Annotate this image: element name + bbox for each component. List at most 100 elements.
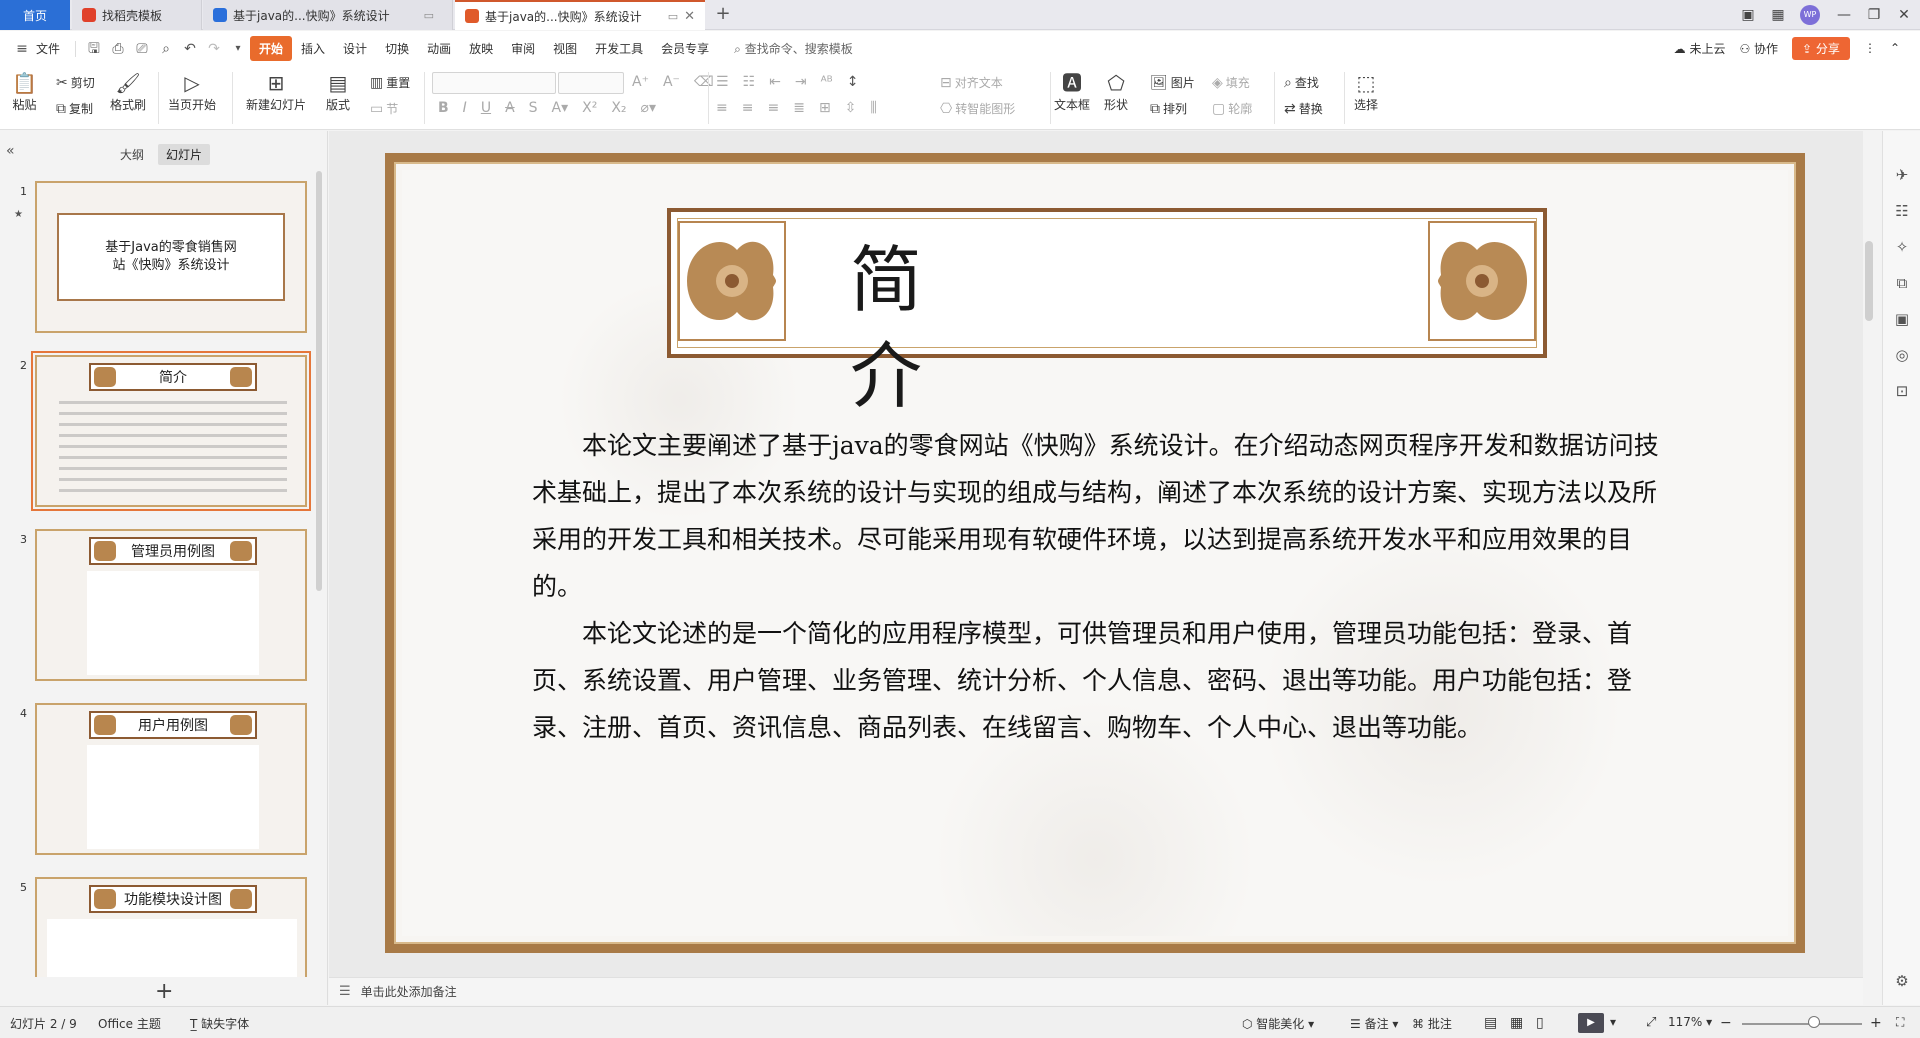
tab-doc-ppt[interactable]: 基于java的...快购》系统设计 ▭ ✕ <box>455 0 705 30</box>
chevron-down-icon[interactable]: ▾ <box>1610 1015 1616 1029</box>
smart-beautify-button[interactable]: ⬡ 智能美化 ▾ <box>1242 1015 1314 1032</box>
layout-button[interactable]: ▤ 版式 <box>326 70 350 113</box>
notes-toggle-button[interactable]: ☰ 备注 ▾ <box>1350 1015 1398 1032</box>
justify-icon[interactable]: ≣ <box>793 100 805 116</box>
fill-button[interactable]: ◈ 填充 <box>1212 74 1250 91</box>
line-spacing-icon[interactable]: ↕ <box>847 74 859 90</box>
slide-thumbnail-3[interactable]: 管理员用例图 <box>35 529 307 681</box>
add-slide-button[interactable]: + <box>155 979 173 1004</box>
layout-icon[interactable]: ▣ <box>1734 4 1762 26</box>
menu-animation[interactable]: 动画 <box>418 40 460 57</box>
highlight-icon[interactable]: ⌀▾ <box>641 100 656 116</box>
comments-button[interactable]: ⌘ 批注 <box>1412 1015 1452 1032</box>
fullscreen-icon[interactable]: ⛶ <box>1896 1015 1904 1030</box>
print-preview-icon[interactable]: ⌕ <box>157 40 175 58</box>
cut-button[interactable]: ✂ 剪切 <box>56 74 95 91</box>
image-icon[interactable]: ▣ <box>1892 309 1912 329</box>
menu-home[interactable]: 开始 <box>250 36 293 61</box>
increase-indent-icon[interactable]: ⇥ <box>795 74 807 90</box>
outline-button[interactable]: ▢ 轮廓 <box>1212 100 1252 117</box>
copy-icon[interactable]: ⧉ <box>1892 273 1912 293</box>
tab-doc-word[interactable]: 基于java的...快购》系统设计 ▭ <box>203 0 453 30</box>
menu-insert[interactable]: 插入 <box>292 40 334 57</box>
slide-thumbnail-5[interactable]: 功能模块设计图 <box>35 877 307 977</box>
slide-thumbnail-1[interactable]: 基于Java的零食销售网站《快购》系统设计 <box>35 181 307 333</box>
font-size-field[interactable] <box>558 72 624 94</box>
menu-transition[interactable]: 切换 <box>376 40 418 57</box>
pin-icon[interactable]: ▭ <box>668 10 678 23</box>
menu-review[interactable]: 审阅 <box>502 40 544 57</box>
numbered-list-icon[interactable]: ☷ <box>743 74 756 90</box>
textbox-button[interactable]: 🅰 文本框 <box>1054 70 1090 113</box>
align-center-icon[interactable]: ≡ <box>742 100 754 116</box>
find-button[interactable]: ⌕ 查找 <box>1284 74 1319 91</box>
align-text-button[interactable]: ⊟ 对齐文本 <box>940 74 1003 91</box>
slide-thumbnail-4[interactable]: 用户用例图 <box>35 703 307 855</box>
format-painter-button[interactable]: 🖌 格式刷 <box>110 70 146 113</box>
font-color-icon[interactable]: A▾ <box>552 100 569 116</box>
pin-icon[interactable]: ▭ <box>424 9 434 22</box>
menu-slideshow[interactable]: 放映 <box>460 40 502 57</box>
current-slide[interactable]: 简介 本论文主要阐述了基于java的零食网站《快购》系统设计。在介绍动态网页程序… <box>385 153 1805 953</box>
settings-sliders-icon[interactable]: ☷ <box>1892 201 1912 221</box>
paragraph-spacing-icon[interactable]: ⇳ <box>845 100 857 116</box>
clear-format-icon[interactable]: ⌫ <box>694 74 714 90</box>
tab-slides[interactable]: 幻灯片 <box>158 144 211 165</box>
subscript-icon[interactable]: X₂ <box>611 100 626 116</box>
collapse-panel-icon[interactable]: « <box>6 143 15 159</box>
minimize-icon[interactable]: — <box>1830 4 1858 26</box>
tab-template[interactable]: 找稻壳模板 <box>72 0 202 30</box>
theme-name[interactable]: Office 主题 <box>98 1015 161 1032</box>
reading-view-icon[interactable]: ▯ <box>1536 1015 1544 1031</box>
save-icon[interactable]: 🖫 <box>85 40 103 58</box>
shadow-icon[interactable]: S <box>529 100 538 116</box>
smart-shape-button[interactable]: ⎔ 转智能图形 <box>940 100 1015 117</box>
font-family-field[interactable] <box>432 72 556 94</box>
collab-button[interactable]: ⚇ 协作 <box>1739 40 1778 57</box>
align-left-icon[interactable]: ≡ <box>716 100 728 116</box>
zoom-in-icon[interactable]: + <box>1870 1015 1882 1031</box>
italic-icon[interactable]: I <box>463 100 467 116</box>
align-right-icon[interactable]: ≡ <box>767 100 779 116</box>
normal-view-icon[interactable]: ▤ <box>1484 1015 1497 1031</box>
arrange-button[interactable]: ⧉ 排列 <box>1150 100 1187 117</box>
bullet-list-icon[interactable]: ☰ <box>716 74 729 90</box>
more-icon[interactable]: ⋮ <box>1864 41 1876 55</box>
reset-button[interactable]: ▥ 重置 <box>370 74 410 91</box>
command-search[interactable]: ⌕ 查找命令、搜索模板 <box>734 40 853 57</box>
apps-grid-icon[interactable]: ▦ <box>1764 4 1792 26</box>
start-current-button[interactable]: ▷ 当页开始 <box>168 70 216 113</box>
strikethrough-icon[interactable]: A <box>505 100 515 116</box>
restore-icon[interactable]: ❐ <box>1860 4 1888 26</box>
decrease-indent-icon[interactable]: ⇤ <box>769 74 781 90</box>
chevron-down-icon[interactable]: ▾ <box>229 40 247 58</box>
tab-outline[interactable]: 大纲 <box>112 144 152 165</box>
panel-scrollbar[interactable] <box>316 171 322 591</box>
animation-icon[interactable]: ✧ <box>1892 237 1912 257</box>
undo-icon[interactable]: ↶ <box>181 40 199 58</box>
new-slide-button[interactable]: ⊞ 新建幻灯片 <box>246 70 306 113</box>
menu-view[interactable]: 视图 <box>544 40 586 57</box>
increase-font-icon[interactable]: A⁺ <box>632 74 649 90</box>
menu-developer[interactable]: 开发工具 <box>586 40 652 57</box>
slide-thumbnail-2[interactable]: 简介 <box>31 351 311 511</box>
cloud-status[interactable]: ☁ 未上云 <box>1674 40 1726 57</box>
select-button[interactable]: ⬚ 选择 <box>1354 70 1378 113</box>
book-icon[interactable]: ⊡ <box>1892 381 1912 401</box>
rocket-icon[interactable]: ✈ <box>1892 165 1912 185</box>
menu-icon[interactable]: ≡ <box>13 40 31 58</box>
new-tab-button[interactable]: + <box>712 4 734 26</box>
redo-icon[interactable]: ↷ <box>205 40 223 58</box>
export-pdf-icon[interactable]: ⎙ <box>109 40 127 58</box>
zoom-out-icon[interactable]: − <box>1720 1015 1732 1031</box>
shape-button[interactable]: ⬠ 形状 <box>1104 70 1128 113</box>
menu-design[interactable]: 设计 <box>334 40 376 57</box>
menu-file[interactable]: 文件 <box>34 40 69 57</box>
tab-home[interactable]: 首页 <box>0 0 70 30</box>
scroll-thumb[interactable] <box>1865 241 1873 321</box>
location-icon[interactable]: ◎ <box>1892 345 1912 365</box>
slide-body-text[interactable]: 本论文主要阐述了基于java的零食网站《快购》系统设计。在介绍动态网页程序开发和… <box>532 422 1672 751</box>
editor-scrollbar[interactable] <box>1862 131 1876 977</box>
slide-title[interactable]: 简介 <box>850 232 930 424</box>
decrease-font-icon[interactable]: A⁻ <box>663 74 680 90</box>
